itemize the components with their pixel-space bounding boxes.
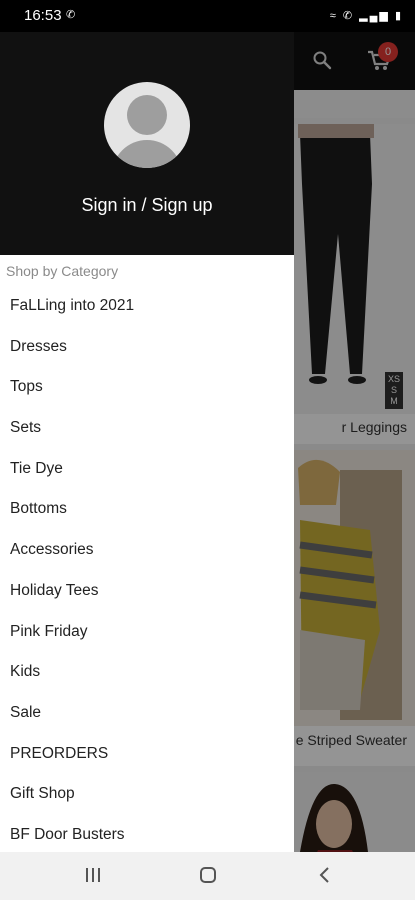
signal-bars-icon: ▂▄▆	[359, 10, 390, 22]
category-item[interactable]: Bottoms	[0, 489, 294, 530]
status-indicators: ≈ ✆ ▂▄▆ ▮	[330, 9, 403, 22]
category-item[interactable]: FaLLing into 2021	[0, 286, 294, 327]
category-item[interactable]: Tie Dye	[0, 449, 294, 490]
status-bar: 16:53 ✆ ≈ ✆ ▂▄▆ ▮	[0, 0, 415, 32]
call-signal-icon: ✆	[342, 10, 355, 22]
category-item[interactable]: Dresses	[0, 327, 294, 368]
category-item[interactable]: Accessories	[0, 530, 294, 571]
category-item[interactable]: Sets	[0, 408, 294, 449]
system-nav-bar	[0, 852, 415, 900]
battery-icon: ▮	[394, 10, 403, 22]
category-item[interactable]: Kids	[0, 652, 294, 693]
category-item[interactable]: Holiday Tees	[0, 571, 294, 612]
call-icon: ✆	[66, 9, 76, 21]
category-item[interactable]: Tops	[0, 367, 294, 408]
category-item[interactable]: BF Door Busters	[0, 815, 294, 852]
app-screen: 0 XS S M r Leggings e Striped Sweater Si…	[0, 32, 415, 852]
category-item[interactable]: Gift Shop	[0, 774, 294, 815]
signin-link[interactable]: Sign in / Sign up	[0, 195, 294, 216]
avatar-head	[127, 95, 167, 135]
back-icon[interactable]	[316, 866, 334, 884]
wifi-icon: ≈	[329, 10, 338, 22]
category-item[interactable]: Pink Friday	[0, 612, 294, 653]
recent-apps-icon[interactable]	[84, 866, 102, 884]
category-item[interactable]: PREORDERS	[0, 734, 294, 775]
avatar[interactable]	[104, 82, 190, 168]
status-time: 16:53	[24, 7, 62, 24]
category-item[interactable]: Sale	[0, 693, 294, 734]
category-list: FaLLing into 2021 Dresses Tops Sets Tie …	[0, 286, 294, 852]
avatar-body	[112, 140, 182, 168]
navigation-drawer: Sign in / Sign up Shop by Category FaLLi…	[0, 32, 294, 852]
drawer-header: Sign in / Sign up	[0, 32, 294, 255]
home-icon[interactable]	[199, 866, 217, 884]
category-heading: Shop by Category	[6, 263, 119, 279]
